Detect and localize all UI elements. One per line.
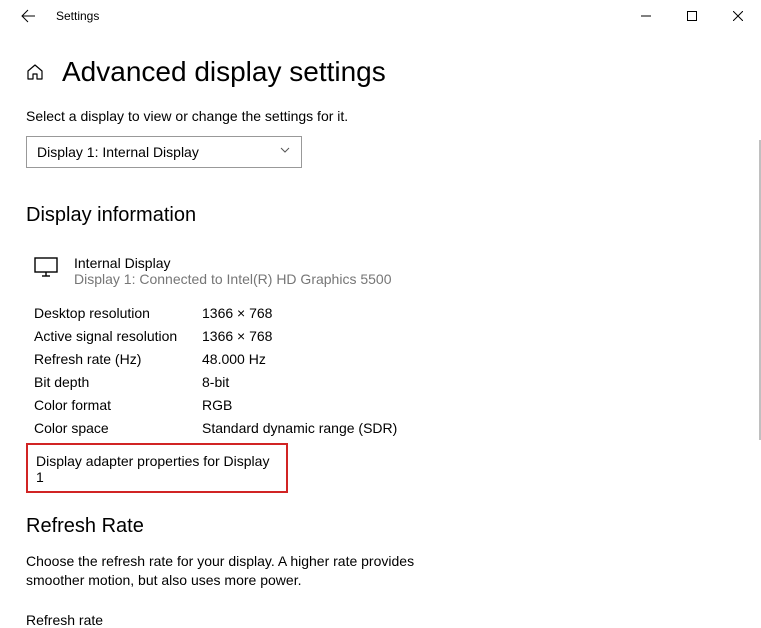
adapter-link-highlight: Display adapter properties for Display 1 <box>26 443 288 493</box>
display-selector-value: Display 1: Internal Display <box>37 144 291 160</box>
info-label: Bit depth <box>34 374 202 390</box>
back-arrow-icon <box>20 8 36 24</box>
info-value: 48.000 Hz <box>202 351 266 367</box>
info-value: 1366 × 768 <box>202 305 272 321</box>
info-value: RGB <box>202 397 232 413</box>
info-row: Active signal resolution 1366 × 768 <box>34 328 735 344</box>
select-prompt: Select a display to view or change the s… <box>26 108 735 124</box>
info-row: Refresh rate (Hz) 48.000 Hz <box>34 351 735 367</box>
refresh-rate-description: Choose the refresh rate for your display… <box>26 552 426 590</box>
display-info-table: Desktop resolution 1366 × 768 Active sig… <box>34 305 735 436</box>
window-title: Settings <box>56 9 99 23</box>
close-button[interactable] <box>715 0 761 32</box>
info-value: 1366 × 768 <box>202 328 272 344</box>
info-value: Standard dynamic range (SDR) <box>202 420 397 436</box>
info-label: Color format <box>34 397 202 413</box>
display-selector[interactable]: Display 1: Internal Display <box>26 136 302 168</box>
back-button[interactable] <box>8 0 48 32</box>
display-name: Internal Display <box>74 255 391 271</box>
info-label: Active signal resolution <box>34 328 202 344</box>
display-info-header: Display information <box>26 204 735 227</box>
chevron-down-icon <box>279 143 291 161</box>
content-area: Select a display to view or change the s… <box>0 108 761 628</box>
monitor-icon <box>34 257 58 282</box>
page-title: Advanced display settings <box>62 56 386 88</box>
maximize-button[interactable] <box>669 0 715 32</box>
refresh-rate-header: Refresh Rate <box>26 515 735 538</box>
window-controls <box>623 0 761 32</box>
close-icon <box>733 11 743 21</box>
info-row: Desktop resolution 1366 × 768 <box>34 305 735 321</box>
info-row: Color space Standard dynamic range (SDR) <box>34 420 735 436</box>
info-label: Color space <box>34 420 202 436</box>
page-header: Advanced display settings <box>0 32 761 108</box>
adapter-properties-link[interactable]: Display adapter properties for Display 1 <box>36 453 280 485</box>
maximize-icon <box>687 11 697 21</box>
info-row: Bit depth 8-bit <box>34 374 735 390</box>
minimize-button[interactable] <box>623 0 669 32</box>
info-label: Refresh rate (Hz) <box>34 351 202 367</box>
home-icon[interactable] <box>26 63 44 86</box>
info-value: 8-bit <box>202 374 229 390</box>
titlebar: Settings <box>0 0 761 32</box>
minimize-icon <box>641 11 651 21</box>
info-row: Color format RGB <box>34 397 735 413</box>
display-connection: Display 1: Connected to Intel(R) HD Grap… <box>74 271 391 287</box>
display-summary: Internal Display Display 1: Connected to… <box>34 255 735 287</box>
info-label: Desktop resolution <box>34 305 202 321</box>
refresh-rate-label: Refresh rate <box>26 612 735 628</box>
